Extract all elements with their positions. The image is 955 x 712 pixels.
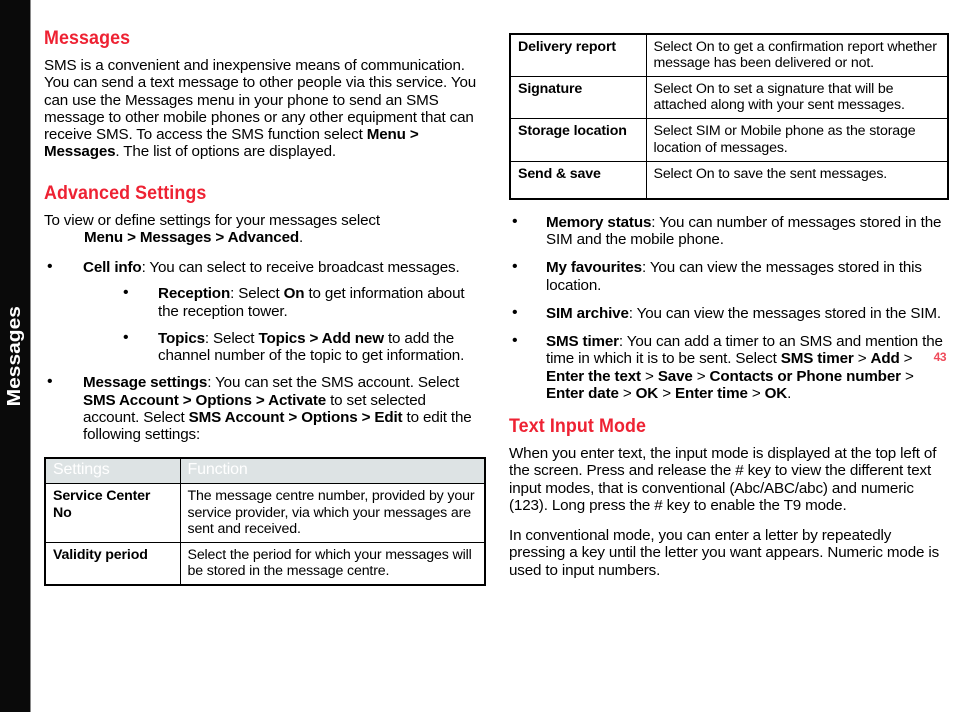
sms-timer-bold-d: Enter the text <box>546 367 641 385</box>
cell-setting-function: Select On to save the sent messages. <box>645 160 949 200</box>
cell-setting-function: Select On to set a signature that will b… <box>645 76 949 120</box>
table-row: Send & save Select On to save the sent m… <box>509 160 949 200</box>
reception-label: Reception <box>158 285 231 303</box>
reception-bold-on: On <box>283 285 305 303</box>
list-item-cell-info: Cell info: You can select to receive bro… <box>44 258 486 365</box>
table-row: Validity period Select the period for wh… <box>44 541 486 586</box>
sms-timer-bold-g: Enter date <box>546 384 619 402</box>
sms-timer-sep2: > <box>899 350 913 368</box>
sms-timer-sep4: > <box>692 367 710 385</box>
sms-timer-bold-h: OK <box>635 384 659 402</box>
sim-archive-text: : You can view the messages stored in th… <box>628 304 941 322</box>
advanced-intro-part2: . <box>299 228 304 246</box>
messaging-options-table-wrapper: Delivery report Select On to get a confi… <box>509 33 949 200</box>
messaging-options-table: Delivery report Select On to get a confi… <box>509 33 949 200</box>
cell-setting-function: The message centre number, provided by y… <box>179 483 486 543</box>
list-item-topics: Topics: Select Topics > Add new to add t… <box>121 329 486 365</box>
sim-archive-label: SIM archive <box>546 304 629 322</box>
cell-setting-name: Send & save <box>509 160 647 200</box>
advanced-settings-bullet-list: Cell info: You can select to receive bro… <box>44 258 486 443</box>
settings-function-table: Settings Function Service Center No The … <box>44 457 486 586</box>
sms-timer-bold-c: Add <box>870 350 900 368</box>
memory-status-label: Memory status <box>546 213 652 231</box>
table-header-row: Settings Function <box>44 457 486 485</box>
topics-bold-path: Topics > Add new <box>258 329 384 347</box>
table-row: Service Center No The message centre num… <box>44 483 486 543</box>
list-item-sim-archive: SIM archive: You can view the messages s… <box>509 304 949 322</box>
side-tab-label-text: Messages <box>4 305 25 407</box>
side-tab-label: Messages <box>0 0 30 712</box>
left-column: Messages SMS is a convenient and inexpen… <box>44 28 486 599</box>
heading-text-input-mode: Text Input Mode <box>509 416 647 438</box>
message-settings-text-a: : You can set the SMS account. Select <box>207 374 460 392</box>
advanced-intro-bold-path: Menu > Messages > Advanced <box>84 228 299 246</box>
table-row: Signature Select On to set a signature t… <box>509 76 949 120</box>
heading-advanced-settings: Advanced Settings <box>44 182 207 204</box>
sms-timer-label: SMS timer <box>546 333 619 351</box>
paragraph-text-input-2: In conventional mode, you can enter a le… <box>509 527 940 579</box>
list-item-memory-status: Memory status: You can number of message… <box>509 213 949 249</box>
paragraph-sms-intro: SMS is a convenient and inexpensive mean… <box>44 57 486 161</box>
list-item-reception: Reception: Select On to get information … <box>121 284 486 320</box>
list-item-sms-timer: SMS timer: You can add a timer to an SMS… <box>509 332 949 402</box>
sms-timer-sep7: > <box>658 384 675 402</box>
cell-setting-name: Delivery report <box>509 33 647 78</box>
cell-setting-name: Service Center No <box>44 483 181 543</box>
right-column: Delivery report Select On to get a confi… <box>509 33 949 592</box>
message-settings-bold-activate: SMS Account > Options > Activate <box>83 391 327 409</box>
table-header-settings: Settings <box>44 457 181 485</box>
messaging-features-bullet-list: Memory status: You can number of message… <box>509 213 949 402</box>
topics-label: Topics <box>158 329 205 347</box>
cell-setting-function: Select the period for which your message… <box>179 541 486 586</box>
sms-timer-sep3: > <box>640 367 658 385</box>
sms-timer-bold-b: SMS timer <box>780 350 854 368</box>
topics-text-a: : Select <box>204 329 259 347</box>
heading-messages: Messages <box>44 28 131 49</box>
cell-setting-name: Storage location <box>509 118 647 162</box>
message-settings-label: Message settings <box>83 374 208 392</box>
paragraph-text-input-1: When you enter text, the input mode is d… <box>509 445 937 514</box>
sms-timer-sep8: > <box>747 384 765 402</box>
reception-text-a: : Select <box>230 285 284 303</box>
table-row: Delivery report Select On to get a confi… <box>509 33 949 78</box>
message-settings-bold-edit: SMS Account > Options > Edit <box>188 408 403 426</box>
advanced-intro-part1: To view or define settings for your mess… <box>44 211 380 229</box>
cell-setting-name: Validity period <box>44 541 181 586</box>
cell-setting-function: Select On to get a confirmation report w… <box>645 33 949 78</box>
cell-setting-function: Select SIM or Mobile phone as the storag… <box>645 118 949 162</box>
side-tab-bar: Messages <box>0 0 31 712</box>
cell-info-label: Cell info <box>83 259 142 276</box>
paragraph-advanced-intro: To view or define settings for your mess… <box>44 212 486 247</box>
sms-timer-sep6: > <box>618 384 636 402</box>
sms-timer-bold-i: Enter time <box>674 384 748 402</box>
list-item-my-favourites: My favourites: You can view the messages… <box>509 258 949 294</box>
table-row: Storage location Select SIM or Mobile ph… <box>509 118 949 162</box>
cell-info-text: : You can select to receive broadcast me… <box>141 259 460 276</box>
cell-info-sub-list: Reception: Select On to get information … <box>121 284 486 365</box>
sms-timer-sep1: > <box>853 350 871 368</box>
cell-setting-name: Signature <box>509 76 647 120</box>
sms-timer-bold-j: OK <box>764 384 788 402</box>
settings-table-wrapper: Settings Function Service Center No The … <box>44 457 486 586</box>
list-item-message-settings: Message settings: You can set the SMS ac… <box>44 373 486 443</box>
intro-text-part2: . The list of options are displayed. <box>115 143 336 161</box>
sms-timer-bold-f: Contacts or Phone number <box>709 367 901 385</box>
sms-timer-sep5: > <box>900 367 914 385</box>
sms-timer-bold-e: Save <box>657 367 693 385</box>
sms-timer-text-end: . <box>787 384 792 402</box>
table-header-function: Function <box>179 457 486 485</box>
my-favourites-label: My favourites <box>546 259 642 277</box>
